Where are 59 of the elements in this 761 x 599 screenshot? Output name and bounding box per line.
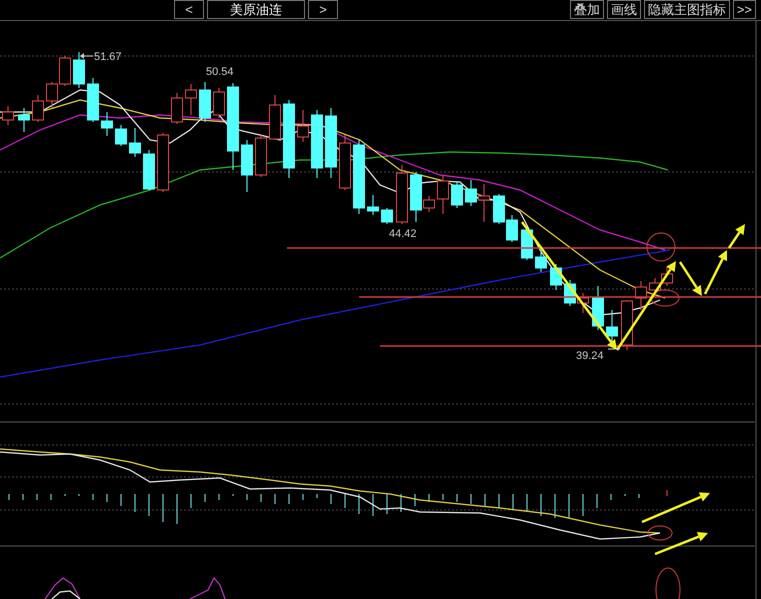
candlestick xyxy=(269,94,281,140)
overlay-button[interactable]: 叠加 xyxy=(570,0,604,19)
ellipse-mark xyxy=(648,526,672,540)
candlestick xyxy=(635,280,647,310)
symbol-title[interactable]: 美原油连 xyxy=(207,0,305,19)
candlestick xyxy=(297,110,309,142)
ellipse-mark xyxy=(650,290,680,306)
indicator-line xyxy=(190,576,226,599)
candlestick xyxy=(550,264,562,290)
arrow xyxy=(678,261,702,296)
candlestick xyxy=(311,110,323,178)
candlestick xyxy=(185,84,197,116)
candlestick xyxy=(437,176,449,214)
leader-line xyxy=(80,53,94,59)
price-label: 51.67 xyxy=(94,51,122,63)
candlestick xyxy=(381,208,393,224)
candlestick xyxy=(46,82,58,108)
candlestick xyxy=(73,52,85,88)
candlestick xyxy=(241,140,253,192)
candlestick xyxy=(157,132,169,192)
candlestick xyxy=(339,134,351,190)
leader-line xyxy=(608,348,620,350)
arrow xyxy=(654,532,708,556)
price-label: 44.42 xyxy=(389,228,417,240)
candlestick xyxy=(451,180,463,208)
candlestick xyxy=(621,300,633,350)
candlestick xyxy=(255,134,267,178)
arrow xyxy=(642,492,710,524)
candlestick xyxy=(18,108,30,132)
candlestick xyxy=(506,214,518,242)
more-button[interactable]: >> xyxy=(732,0,756,19)
candlestick xyxy=(396,164,408,224)
candlestick xyxy=(213,88,225,118)
candlestick xyxy=(171,92,183,124)
candlestick xyxy=(325,108,337,178)
hide-indicator-button[interactable]: 隐藏主图指标 xyxy=(644,0,730,19)
candlestick xyxy=(649,278,661,296)
price-label: 39.24 xyxy=(576,350,604,362)
candlestick xyxy=(101,112,113,136)
draw-line-button[interactable]: 画线 xyxy=(606,0,641,19)
previous-button[interactable]: < xyxy=(174,0,204,19)
candlestick xyxy=(32,94,44,122)
price-label: 50.54 xyxy=(206,66,234,78)
candlestick xyxy=(521,226,533,260)
candlestick xyxy=(577,292,589,314)
candlestick xyxy=(592,286,604,330)
circle-mark xyxy=(646,232,676,262)
candlestick xyxy=(367,194,379,216)
next-button[interactable]: > xyxy=(308,0,338,19)
candlestick xyxy=(535,250,547,272)
candlestick xyxy=(143,150,155,190)
candlestick xyxy=(129,128,141,158)
candlestick xyxy=(199,82,211,122)
candlestick xyxy=(59,56,71,86)
ellipse-mark xyxy=(656,568,680,599)
candlestick xyxy=(493,194,505,224)
candlestick xyxy=(115,124,127,146)
candlestick xyxy=(87,78,99,122)
candlestick xyxy=(2,106,14,126)
